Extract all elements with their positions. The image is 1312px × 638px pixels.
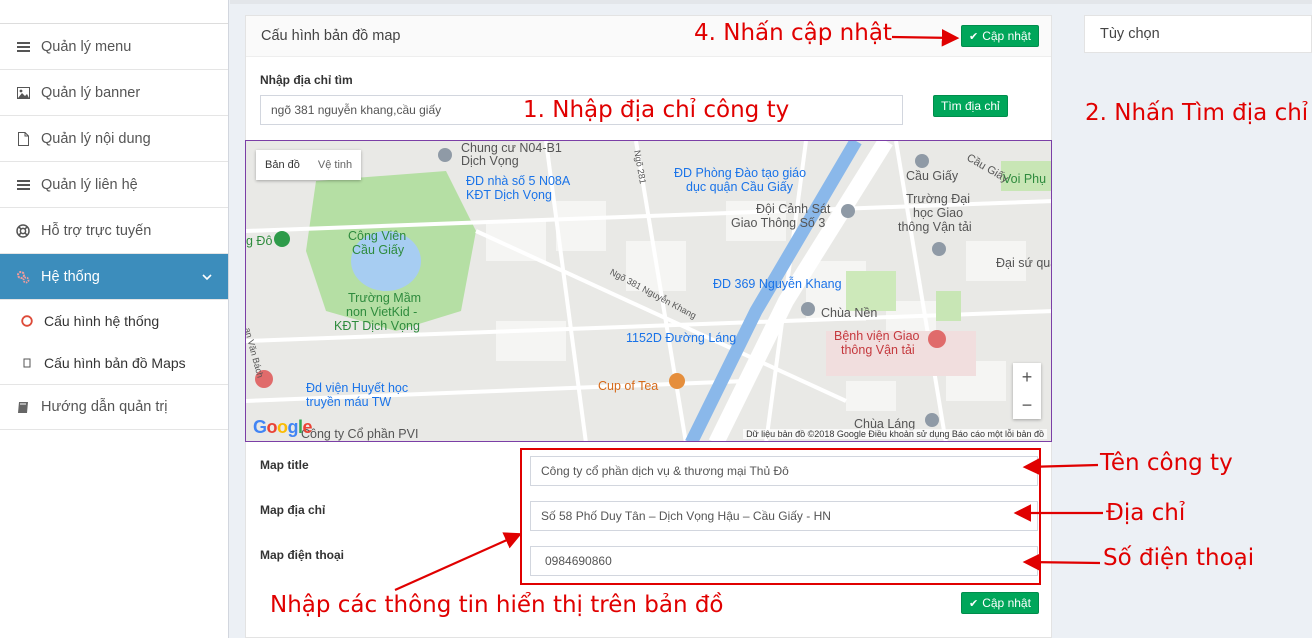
map-label: Giao Thông Số 3 — [731, 216, 826, 230]
sidebar-item-contact[interactable]: Quản lý liên hệ — [0, 162, 228, 208]
map-label: Công Viên — [348, 229, 407, 243]
map-label: KĐT Dịch Vọng — [334, 319, 420, 333]
sidebar-subitem-system-config[interactable]: Cấu hình hệ thống — [0, 300, 228, 342]
annotation-step2: 2. Nhấn Tìm địa chỉ — [1085, 100, 1309, 126]
zoom-in-button[interactable]: + — [1013, 363, 1041, 391]
map-label: g Đô — [246, 234, 273, 248]
map-label: 1152D Đường Láng — [626, 331, 737, 345]
map-label: Đại sứ quá — [996, 256, 1052, 270]
file-icon — [16, 131, 30, 146]
map-label: học Giao — [913, 206, 964, 220]
map-label: Dịch Vọng — [461, 154, 519, 168]
zoom-control: + − — [1013, 363, 1041, 419]
list-icon — [16, 178, 30, 192]
sidebar-item-label: Quản lý liên hệ — [41, 176, 138, 193]
list-icon — [16, 40, 30, 54]
sidebar-item-label: Quản lý banner — [41, 84, 141, 101]
sidebar-item-guide[interactable]: Hướng dẫn quản trị — [0, 384, 228, 430]
search-address-label: Nhập địa chỉ tìm — [260, 73, 353, 87]
gears-icon — [16, 270, 30, 284]
update-button-label: Cập nhật — [982, 29, 1031, 43]
map-address-label: Map địa chỉ — [260, 503, 326, 517]
update-button-bottom[interactable]: ✔ Cập nhật — [961, 592, 1039, 614]
map-type-map-button[interactable]: Bản đồ — [256, 150, 309, 180]
map-label: ĐD Phòng Đào tạo giáo — [674, 166, 807, 180]
annotation-box — [520, 448, 1041, 585]
map-attribution[interactable]: Dữ liệu bản đồ ©2018 Google Điều khoản s… — [743, 429, 1047, 439]
map-label: Trường Mầm — [348, 291, 422, 305]
map-label: ĐD nhà số 5 N08A — [466, 174, 571, 188]
circle-icon — [20, 315, 34, 327]
sidebar-subitem-label: Cấu hình hệ thống — [44, 313, 160, 329]
sidebar-item-system[interactable]: Hệ thống — [0, 254, 228, 300]
annotation-step4: 4. Nhấn cập nhật — [694, 20, 892, 46]
options-panel: Tùy chọn — [1084, 15, 1312, 53]
map-label: Cầu Giấy — [906, 169, 959, 183]
map-label: Công ty Cổ phần PVI — [301, 427, 419, 441]
sidebar-item-banner[interactable]: Quản lý banner — [0, 70, 228, 116]
zoom-out-button[interactable]: − — [1013, 391, 1041, 419]
map-label: dục quận Cầu Giấy — [686, 180, 794, 194]
sidebar-subitem-label: Cấu hình bản đồ Maps — [44, 355, 186, 371]
sidebar-top-spacer — [0, 0, 228, 24]
book-icon — [16, 400, 30, 414]
annotation-address: Địa chỉ — [1106, 500, 1186, 526]
find-address-label: Tìm địa chỉ — [941, 99, 1000, 113]
sidebar-item-label: Quản lý menu — [41, 38, 132, 55]
map-label: Bệnh viện Giao — [834, 329, 920, 343]
update-button-label: Cập nhật — [982, 596, 1031, 610]
map-label: Chùa Nền — [821, 306, 878, 320]
sidebar-item-content[interactable]: Quản lý nội dung — [0, 116, 228, 162]
sidebar-item-label: Hệ thống — [41, 268, 100, 285]
find-address-button[interactable]: Tìm địa chỉ — [933, 95, 1008, 117]
map-label: Trường Đại — [906, 192, 971, 206]
sidebar-item-label: Quản lý nội dung — [41, 130, 151, 147]
map-label: Cầu Giấy — [352, 243, 405, 257]
annotation-company: Tên công ty — [1100, 450, 1233, 476]
map-label: ĐD 369 Nguyễn Khang — [713, 277, 842, 291]
lifebuoy-icon — [16, 223, 30, 238]
google-map[interactable]: Bản đồ Vệ tinh Chung cư N04-B1 Dịch Vọng… — [245, 140, 1052, 442]
map-label: Chung cư N04-B1 — [461, 141, 562, 155]
map-label: thông Vận tải — [841, 343, 915, 357]
chevron-down-icon — [202, 269, 212, 285]
square-icon — [20, 358, 34, 368]
map-label: Cup of Tea — [598, 379, 659, 393]
map-label: Đd viện Huyết học — [306, 381, 409, 395]
panel-title: Cấu hình bản đồ map — [261, 28, 401, 44]
check-icon: ✔ — [969, 597, 979, 610]
map-label: Đội Cảnh Sát — [756, 202, 831, 216]
image-icon — [16, 86, 30, 100]
panel-header: Cấu hình bản đồ map — [246, 16, 1051, 57]
options-panel-title: Tùy chọn — [1100, 26, 1160, 42]
top-header-strip — [230, 0, 1312, 4]
sidebar-item-label: Hỗ trợ trực tuyến — [41, 222, 152, 239]
update-button-top[interactable]: ✔ Cập nhật — [961, 25, 1039, 47]
google-logo: Google — [253, 417, 313, 437]
map-label: truyền máu TW — [306, 395, 392, 409]
annotation-step1: 1. Nhập địa chỉ công ty — [523, 97, 790, 123]
sidebar: Quản lý menu Quản lý banner Quản lý nội … — [0, 0, 229, 638]
map-label: KĐT Dịch Vọng — [466, 188, 552, 202]
map-label: non VietKid - — [346, 305, 418, 319]
map-label: thông Vận tải — [898, 220, 972, 234]
sidebar-subitem-map-config[interactable]: Cấu hình bản đồ Maps — [0, 342, 228, 384]
map-type-satellite-button[interactable]: Vệ tinh — [309, 150, 361, 180]
map-type-control: Bản đồ Vệ tinh — [256, 150, 362, 180]
sidebar-item-support[interactable]: Hỗ trợ trực tuyến — [0, 208, 228, 254]
sidebar-item-menu[interactable]: Quản lý menu — [0, 24, 228, 70]
map-phone-label: Map điện thoại — [260, 548, 344, 562]
sidebar-item-label: Hướng dẫn quản trị — [41, 399, 168, 415]
check-icon: ✔ — [969, 30, 979, 43]
annotation-info: Nhập các thông tin hiển thị trên bản đồ — [270, 592, 724, 618]
map-title-label: Map title — [260, 458, 309, 472]
annotation-phone: Số điện thoại — [1103, 545, 1255, 571]
